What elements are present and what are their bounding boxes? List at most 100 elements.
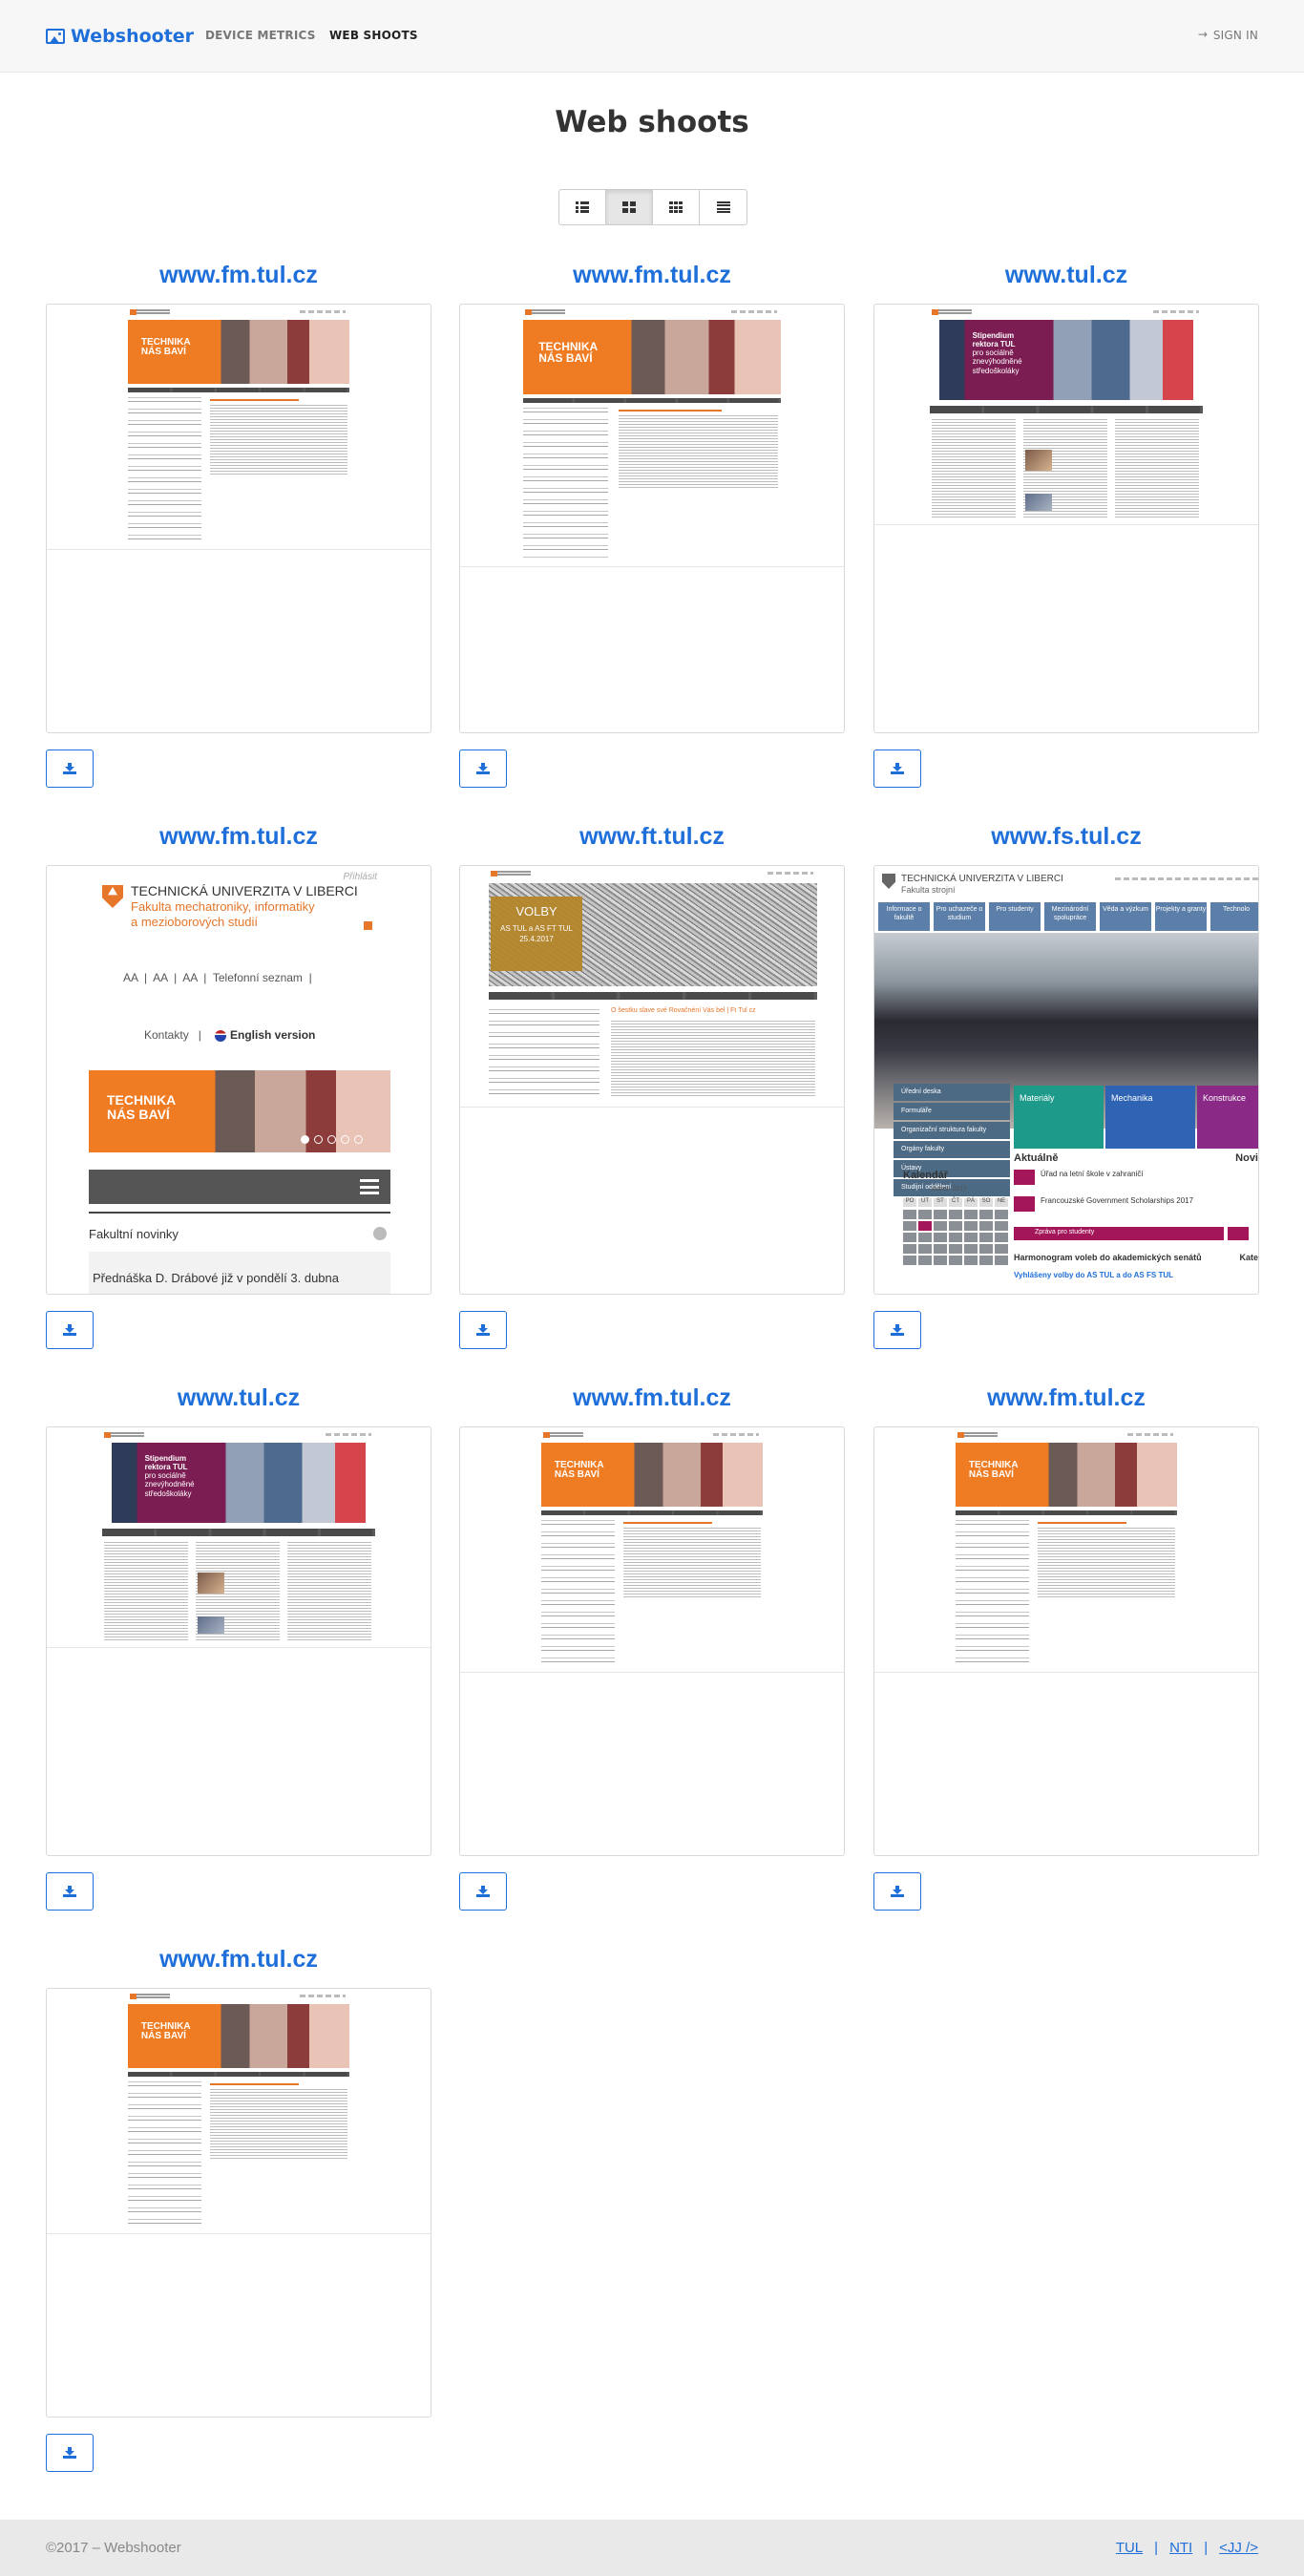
preview-banner-text: TECHNIKA NÁS BAVÍ: [538, 339, 599, 366]
preview-english-link: English version: [230, 1028, 316, 1042]
shoot-title-link[interactable]: www.fm.tul.cz: [459, 258, 845, 292]
download-button[interactable]: [46, 2434, 94, 2472]
footer-link-nti[interactable]: NTI: [1169, 2540, 1192, 2556]
navbar: Webshooter DEVICE METRICS WEB SHOOTS SIG…: [0, 0, 1304, 73]
shoot-screenshot[interactable]: TECHNIKA NÁS BAVÍ: [46, 304, 431, 733]
grid-small-icon: [669, 201, 683, 213]
view-grid-small-button[interactable]: [653, 190, 700, 224]
preview-banner-text: TECHNIKA NÁS BAVÍ: [554, 1459, 604, 1481]
info-icon: [373, 1227, 387, 1240]
download-button[interactable]: [459, 750, 507, 788]
download-icon-tray: [891, 771, 904, 774]
preview-article-title: [623, 1522, 712, 1524]
download-button[interactable]: [873, 750, 921, 788]
view-list-button[interactable]: [559, 190, 606, 224]
preview-calendar-day: ÚT: [918, 1198, 932, 1207]
preview-article: [210, 2089, 347, 2161]
shoot-title-link[interactable]: www.fm.tul.cz: [46, 1942, 431, 1976]
shoot-screenshot[interactable]: TECHNIKA NÁS BAVÍ: [459, 1426, 845, 1856]
shoot-title-link[interactable]: www.fm.tul.cz: [459, 1381, 845, 1415]
shoot-title-link[interactable]: www.fm.tul.cz: [46, 819, 431, 854]
preview-calendar-cell: [918, 1256, 932, 1265]
preview-logo: [932, 309, 972, 315]
shoot-screenshot[interactable]: Přihlásit TECHNICKÁ UNIVERZITA V LIBERCI F…: [46, 865, 431, 1295]
shoot-title-link[interactable]: www.ft.tul.cz: [459, 819, 845, 854]
preview-logo: [957, 1432, 998, 1438]
preview-divider: [47, 549, 431, 550]
preview-calendar-day: PÁ: [964, 1198, 978, 1207]
view-grid-large-button[interactable]: [606, 190, 653, 224]
download-icon: [476, 763, 490, 774]
preview-divider: [874, 524, 1258, 525]
preview-menu: [956, 1510, 1177, 1515]
preview-tab: Mezinárodní spolupráce: [1044, 902, 1096, 931]
brand-link[interactable]: Webshooter: [46, 23, 194, 50]
shoot-screenshot[interactable]: TECHNIKA NÁS BAVÍ: [873, 1426, 1259, 1856]
shoot-card: www.fm.tul.cz TECHNIKA NÁS BAVÍ: [873, 1381, 1259, 1911]
sign-in-link[interactable]: SIGN IN: [1198, 28, 1258, 43]
preview-calendar-cell: [964, 1210, 978, 1219]
shoot-card: www.fm.tul.cz Přihlásit TECHNICKÁ UNIVERZI…: [46, 819, 431, 1349]
preview-calendar-cell: [949, 1244, 962, 1254]
download-button[interactable]: [459, 1311, 507, 1349]
shoot-screenshot[interactable]: VOLBY AS TUL a AS FT TUL 25.4.2017 O šestku…: [459, 865, 845, 1295]
preview-calendar-day: SO: [979, 1198, 993, 1207]
preview-logo: [543, 1432, 583, 1438]
shoot-title-link[interactable]: www.fm.tul.cz: [873, 1381, 1259, 1415]
footer-link-tul[interactable]: TUL: [1116, 2540, 1143, 2556]
preview-calendar-cell: [934, 1233, 947, 1242]
download-icon-tray: [63, 1333, 76, 1336]
preview-banner-text: Stipendium rektora TUL pro sociálně znevýho…: [972, 330, 1022, 375]
footer: ©2017 – Webshooter TUL | NTI | <JJ />: [0, 2520, 1304, 2576]
nav-device-metrics[interactable]: DEVICE METRICS: [205, 29, 316, 42]
preview-sidebar: [523, 408, 608, 560]
preview-calendar-cell: [949, 1233, 962, 1242]
download-button[interactable]: [46, 750, 94, 788]
preview-election-box: VOLBY AS TUL a AS FT TUL 25.4.2017: [491, 897, 582, 971]
shoot-title-link[interactable]: www.tul.cz: [873, 258, 1259, 292]
shoot-title-link[interactable]: www.tul.cz: [46, 1381, 431, 1415]
download-button[interactable]: [46, 1872, 94, 1911]
view-lines-button[interactable]: [700, 190, 747, 224]
download-icon: [891, 1886, 904, 1897]
download-icon-tray: [891, 1894, 904, 1897]
download-button[interactable]: [46, 1311, 94, 1349]
download-icon-tray: [63, 771, 76, 774]
preview-divider: [874, 1672, 1258, 1673]
nav-web-shoots[interactable]: WEB SHOOTS: [329, 29, 418, 42]
preview-calendar-cell: [934, 1210, 947, 1219]
preview-news-column: [287, 1542, 371, 1641]
site-preview: TECHNIKA NÁS BAVÍ: [956, 1429, 1177, 1670]
preview-tabs: Informace o fakultě Pro uchazeče o studiu…: [874, 902, 1258, 931]
carousel-dot: [301, 1135, 309, 1144]
preview-banner: TECHNIKA NÁS BAVÍ: [89, 1070, 390, 1152]
shoot-screenshot[interactable]: TECHNIKA NÁS BAVÍ: [459, 304, 845, 733]
preview-banner: TECHNIKA NÁS BAVÍ: [128, 2004, 349, 2068]
footer-separator: |: [1154, 2540, 1159, 2556]
preview-thumb: [198, 1616, 224, 1634]
shoot-screenshot[interactable]: TECHNICKÁ UNIVERZITA V LIBERCI Fakulta st…: [873, 865, 1259, 1295]
preview-calendar-cell: [964, 1256, 978, 1265]
download-icon: [891, 763, 904, 774]
preview-tab: Pro studenty: [989, 902, 1041, 931]
preview-faculty-name: Fakulta mechatroniky, informatiky a mezio…: [131, 899, 315, 929]
shoot-title-link[interactable]: www.fs.tul.cz: [873, 819, 1259, 854]
shoot-screenshot[interactable]: TECHNIKA NÁS BAVÍ: [46, 1988, 431, 2418]
download-button[interactable]: [459, 1872, 507, 1911]
shoot-screenshot[interactable]: Stipendium rektora TUL pro sociálně znevýho…: [873, 304, 1259, 733]
shoot-screenshot[interactable]: Stipendium rektora TUL pro sociálně znevýho…: [46, 1426, 431, 1856]
preview-date-badge: [1014, 1196, 1035, 1212]
preview-article-title: [619, 410, 722, 412]
download-button[interactable]: [873, 1872, 921, 1911]
grid-large-icon: [622, 201, 636, 213]
image-icon: [46, 29, 65, 44]
footer-link-author[interactable]: <JJ />: [1219, 2540, 1258, 2556]
preview-tile-label: Mechanika: [1111, 1093, 1153, 1103]
preview-banner: TECHNIKA NÁS BAVÍ: [956, 1443, 1177, 1507]
sign-in-icon: [1198, 28, 1209, 41]
footer-separator: |: [1204, 2540, 1209, 2556]
download-button[interactable]: [873, 1311, 921, 1349]
preview-calendar-cell: [995, 1221, 1008, 1231]
preview-sidebar: [128, 2081, 201, 2228]
shoot-title-link[interactable]: www.fm.tul.cz: [46, 258, 431, 292]
